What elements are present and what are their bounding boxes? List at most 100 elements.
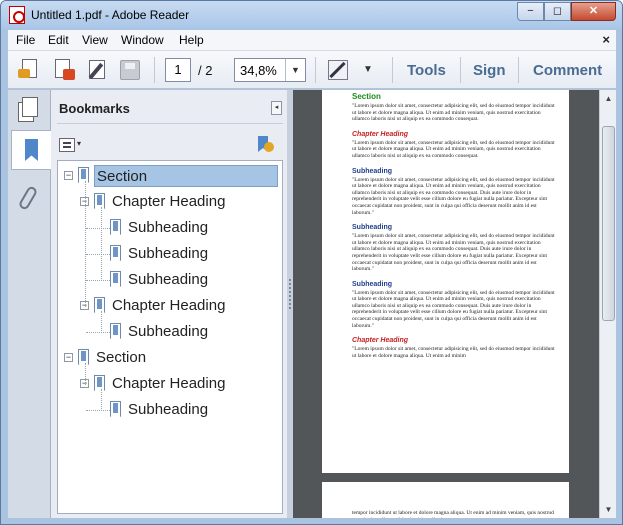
- toolbar-divider: [315, 57, 316, 83]
- pdf-page: Section "Lorem ipsum dolor sit amet, cons…: [322, 90, 569, 473]
- body-paragraph: "Lorem ipsum dolor sit amet, consectetur…: [352, 233, 555, 273]
- toolbar-divider: [154, 57, 155, 83]
- bookmark-label[interactable]: Subheading: [126, 217, 210, 239]
- bookmark-label[interactable]: Subheading: [126, 399, 210, 421]
- menu-view[interactable]: View: [82, 33, 108, 47]
- toolbar-divider: [392, 57, 393, 83]
- bookmark-label[interactable]: Subheading: [126, 243, 210, 265]
- bookmark-icon: [94, 193, 105, 209]
- create-pdf-icon[interactable]: [52, 58, 76, 82]
- collapse-toggle-icon[interactable]: −: [64, 171, 73, 180]
- open-file-icon[interactable]: [18, 58, 42, 82]
- acrobat-pdf-icon: [9, 6, 25, 24]
- bookmark-label[interactable]: Section: [94, 347, 148, 369]
- bookmark-label[interactable]: Chapter Heading: [110, 295, 227, 317]
- bookmark-icon: [110, 323, 121, 339]
- edit-icon[interactable]: [86, 58, 110, 82]
- bookmark-icon: [94, 375, 105, 391]
- options-dropdown-arrow[interactable]: ▾: [77, 139, 81, 148]
- body-paragraph: "Lorem ipsum dolor sit amet, consectetur…: [352, 289, 555, 329]
- restore-button[interactable]: ◻: [544, 2, 571, 21]
- save-icon[interactable]: [118, 58, 142, 82]
- menu-file[interactable]: File: [16, 33, 35, 47]
- page-number-input[interactable]: 1: [165, 58, 191, 82]
- vertical-scrollbar[interactable]: ▲ ▼: [599, 90, 616, 518]
- body-paragraph: "Lorem ipsum dolor sit amet, consectetur…: [352, 139, 555, 159]
- title-bar: Untitled 1.pdf - Adobe Reader − ◻ ✕: [1, 1, 622, 29]
- tree-connector: [86, 280, 110, 281]
- bookmark-item[interactable]: − Section: [58, 165, 278, 189]
- minimize-button[interactable]: −: [517, 2, 544, 21]
- tree-connector: [101, 311, 102, 333]
- bookmarks-panel: Bookmarks ◂ ▾ − Section − Chapter Heading Su…: [51, 90, 289, 518]
- bookmark-item[interactable]: − Chapter Heading: [58, 295, 278, 319]
- bookmark-label[interactable]: Section: [94, 165, 278, 187]
- tools-button[interactable]: Tools: [407, 62, 446, 79]
- tree-connector: [85, 181, 86, 307]
- menu-help[interactable]: Help: [179, 33, 204, 47]
- bookmark-label[interactable]: Subheading: [126, 269, 210, 291]
- bookmark-item[interactable]: Subheading: [58, 321, 278, 345]
- body-paragraph: "Lorem ipsum dolor sit amet, consectetur…: [352, 103, 555, 123]
- chevron-down-icon[interactable]: ▼: [285, 59, 305, 81]
- bookmark-icon: [110, 219, 121, 235]
- tree-connector: [86, 228, 110, 229]
- document-view[interactable]: Section "Lorem ipsum dolor sit amet, cons…: [293, 90, 599, 518]
- page-thumbnails-icon[interactable]: [13, 94, 45, 128]
- attachments-icon[interactable]: [13, 182, 45, 216]
- menu-window[interactable]: Window: [121, 33, 164, 47]
- tree-connector: [85, 363, 86, 385]
- new-bookmark-icon[interactable]: [256, 136, 274, 154]
- bookmark-label[interactable]: Subheading: [126, 321, 210, 343]
- page-content: Section "Lorem ipsum dolor sit amet, cons…: [322, 90, 569, 359]
- close-document-button[interactable]: ×: [602, 32, 610, 47]
- subheading: Subheading: [352, 167, 393, 175]
- bookmark-tree: − Section − Chapter Heading Subheading Subhea…: [57, 160, 283, 514]
- bookmark-item[interactable]: − Section: [58, 347, 278, 371]
- collapse-toggle-icon[interactable]: −: [64, 353, 73, 362]
- bookmark-item[interactable]: − Chapter Heading: [58, 191, 278, 215]
- body-paragraph: "Lorem ipsum dolor sit amet, consectetur…: [352, 176, 555, 216]
- bookmark-item[interactable]: Subheading: [58, 217, 278, 241]
- fit-page-icon[interactable]: [326, 58, 350, 82]
- zoom-select[interactable]: 34,8% ▼: [234, 58, 306, 82]
- tree-connector: [101, 389, 102, 411]
- options-menu-icon[interactable]: [59, 138, 75, 152]
- bookmark-label[interactable]: Chapter Heading: [110, 191, 227, 213]
- panel-divider: [57, 123, 283, 124]
- tree-connector: [86, 410, 110, 411]
- toolbar-divider: [460, 57, 461, 83]
- scroll-down-arrow[interactable]: ▼: [601, 501, 616, 518]
- bookmark-icon: [110, 245, 121, 261]
- more-tools-dropdown[interactable]: ▼: [363, 64, 373, 75]
- menu-edit[interactable]: Edit: [48, 33, 69, 47]
- bookmark-label[interactable]: Chapter Heading: [110, 373, 227, 395]
- toolbar-divider: [518, 57, 519, 83]
- bookmark-item[interactable]: − Chapter Heading: [58, 373, 278, 397]
- scroll-up-arrow[interactable]: ▲: [601, 90, 616, 107]
- body-paragraph: "Lorem ipsum dolor sit amet, consectetur…: [352, 346, 555, 359]
- window-controls: − ◻ ✕: [517, 2, 616, 21]
- navigation-rail: [8, 90, 51, 518]
- splitter-grip[interactable]: [289, 279, 291, 309]
- subheading: Subheading: [352, 280, 393, 288]
- scrollbar-thumb[interactable]: [602, 126, 615, 321]
- bookmark-item[interactable]: Subheading: [58, 243, 278, 267]
- pdf-page: tempor incididunt ut labore et dolore ma…: [322, 482, 569, 518]
- sign-button[interactable]: Sign: [473, 62, 506, 79]
- close-window-button[interactable]: ✕: [571, 2, 616, 21]
- bookmarks-icon[interactable]: [11, 130, 51, 170]
- chapter-heading: Chapter Heading: [352, 130, 409, 138]
- toolbar: 1 / 2 34,8% ▼ ▼ Tools Sign Comment: [8, 51, 616, 89]
- tree-connector: [101, 207, 102, 281]
- collapse-panel-button[interactable]: ◂: [271, 101, 282, 115]
- subheading: Subheading: [352, 224, 393, 232]
- app-window: Untitled 1.pdf - Adobe Reader − ◻ ✕ File…: [0, 0, 623, 525]
- comment-button[interactable]: Comment: [533, 62, 602, 79]
- bookmark-item[interactable]: Subheading: [58, 399, 278, 423]
- page-text: tempor incididunt ut labore et dolore ma…: [352, 510, 554, 518]
- bookmark-icon: [94, 297, 105, 313]
- zoom-value: 34,8%: [240, 63, 277, 78]
- bookmark-icon: [78, 349, 89, 365]
- bookmark-item[interactable]: Subheading: [58, 269, 278, 293]
